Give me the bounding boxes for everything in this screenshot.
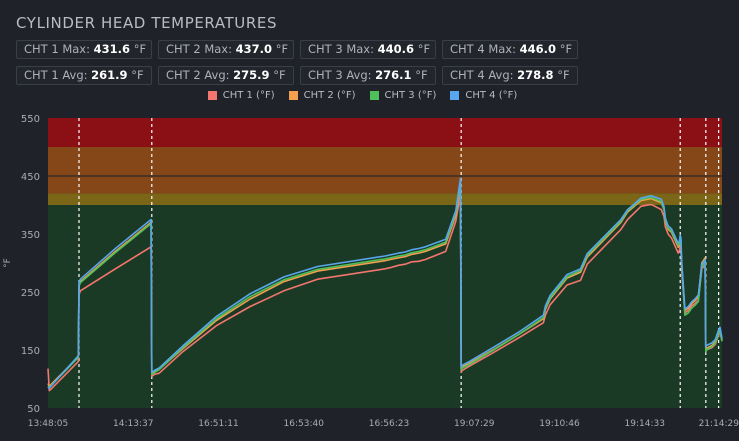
y-tick-label: 50 — [27, 404, 40, 415]
band-1 — [48, 147, 722, 194]
x-axis: 13:48:05 14:13:37 16:51:11 16:53:40 16:56:23… — [28, 419, 739, 429]
band-3 — [48, 205, 722, 408]
x-tick-label: 13:48:05 — [28, 419, 68, 429]
x-tick-label: 21:14:29 — [699, 419, 739, 429]
y-axis: 50 150 250 350 450 550 °F — [3, 114, 40, 415]
x-tick-label: 19:07:29 — [454, 419, 495, 429]
x-tick-label: 16:51:11 — [198, 419, 238, 429]
band-2 — [48, 193, 722, 205]
x-tick-label: 14:13:37 — [113, 419, 153, 429]
cht-line-chart: 50 150 250 350 450 550 °F 13:48:05 14:13:37 16:5… — [3, 114, 739, 429]
y-tick-label: 350 — [21, 230, 40, 241]
temperature-bands — [48, 118, 722, 408]
y-tick-label: 550 — [21, 114, 40, 125]
y-tick-label: 250 — [21, 288, 40, 299]
cht-panel: CYLINDER HEAD TEMPERATURES CHT 1 Max: 43… — [0, 0, 739, 441]
x-tick-label: 19:10:46 — [539, 419, 580, 429]
y-tick-label: 150 — [21, 346, 40, 357]
y-axis-label: °F — [3, 258, 13, 268]
x-tick-label: 19:14:33 — [625, 419, 665, 429]
y-tick-label: 450 — [21, 172, 40, 183]
x-tick-label: 16:53:40 — [284, 419, 325, 429]
band-0 — [48, 118, 722, 147]
x-tick-label: 16:56:23 — [369, 419, 409, 429]
